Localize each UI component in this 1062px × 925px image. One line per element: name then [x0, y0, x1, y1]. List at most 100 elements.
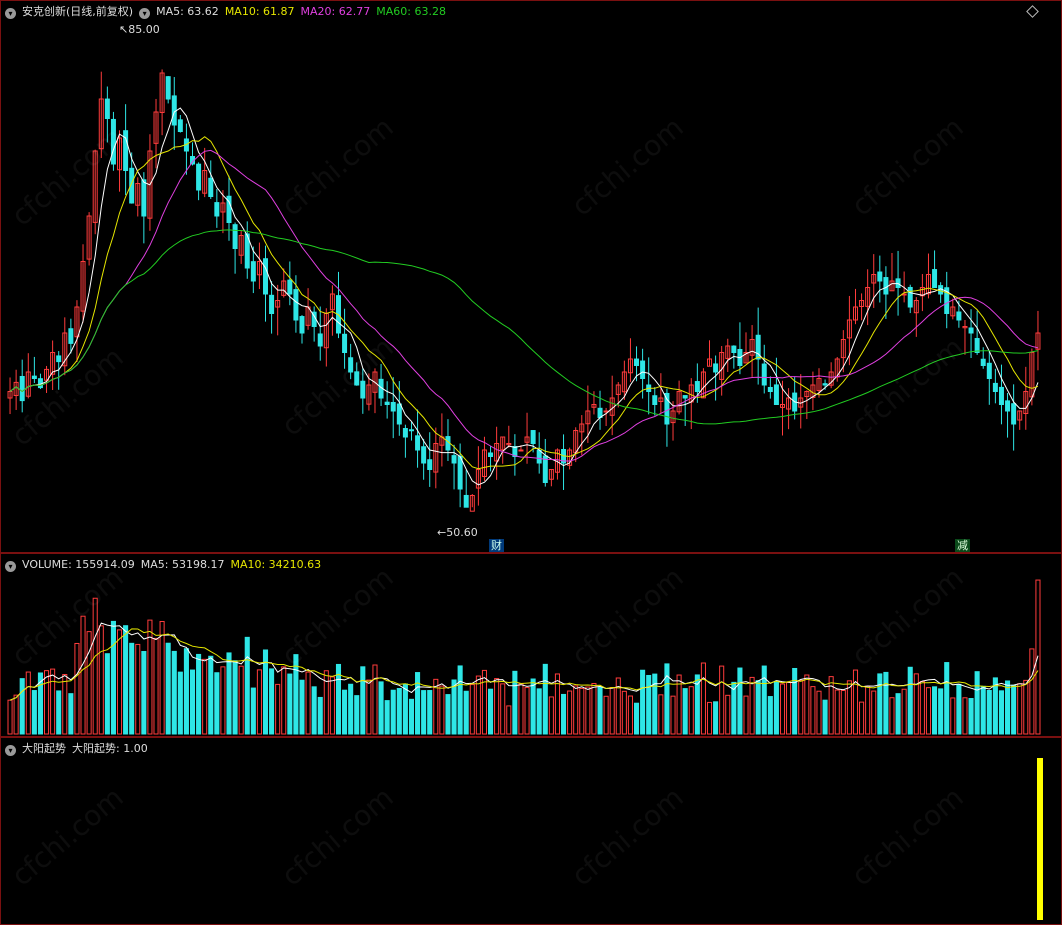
candle-body — [883, 277, 889, 295]
volume-bar — [402, 683, 408, 735]
volume-bar — [554, 673, 560, 735]
volume-bar — [342, 689, 348, 735]
candle-body — [141, 179, 147, 217]
candle-body — [427, 459, 433, 470]
candle-body — [390, 402, 396, 412]
candle-body — [317, 333, 323, 347]
volume-bar — [62, 674, 68, 735]
candle-body — [421, 446, 427, 464]
volume-bar — [938, 688, 944, 735]
volume-bar — [919, 680, 925, 735]
volume-bar — [956, 683, 962, 735]
indicator-chart — [1037, 758, 1043, 920]
volume-bar — [68, 693, 74, 735]
volume-bar — [633, 702, 640, 735]
volume-bar — [348, 683, 354, 735]
candle-body — [652, 395, 658, 405]
volume-bar — [706, 701, 713, 735]
candle-body — [731, 345, 737, 354]
ma5-line — [9, 107, 1039, 486]
volume-bar — [749, 676, 755, 735]
volume-bar — [627, 695, 633, 735]
candle-body — [907, 286, 913, 308]
volume-bar — [883, 671, 889, 735]
volume-bar — [269, 668, 275, 735]
volume-bar — [317, 696, 323, 735]
volume-bar — [700, 662, 706, 735]
volume-bar — [840, 689, 846, 735]
candle-body — [932, 269, 938, 289]
candle-body — [974, 338, 980, 353]
candle-body — [354, 371, 360, 386]
volume-chart-panel[interactable]: ▾ VOLUME: 155914.09 MA5: 53198.17 MA10: 342… — [0, 553, 1062, 737]
volume-bar — [354, 695, 360, 735]
ma20-line — [9, 149, 1039, 462]
volume-bar — [713, 701, 719, 735]
candle-body — [342, 333, 348, 354]
candle-body — [104, 98, 110, 120]
share-reduction-tag[interactable]: 减 — [955, 539, 970, 552]
volume-bar — [852, 669, 859, 735]
indicator-chart-panel[interactable]: ▾ 大阳起势 大阳起势: 1.00 — [0, 737, 1062, 925]
volume-bar — [56, 690, 62, 735]
volume-bar — [360, 666, 366, 735]
candlestick-chart — [7, 69, 1041, 512]
candle-body — [269, 294, 275, 314]
volume-bar — [488, 688, 494, 735]
candle-body — [31, 375, 37, 379]
candle-body — [986, 362, 992, 380]
volume-bar — [932, 686, 938, 735]
volume-bar — [98, 625, 104, 735]
volume-bar — [208, 655, 214, 735]
candle-body — [1005, 400, 1011, 412]
volume-bar — [214, 672, 220, 735]
candle-body — [664, 392, 670, 425]
candle-body — [165, 76, 171, 100]
volume-bar — [226, 652, 232, 735]
candle-body — [68, 328, 74, 344]
candle-body — [767, 386, 773, 392]
volume-bar — [153, 637, 159, 735]
volume-bar — [43, 670, 50, 735]
volume-bar — [110, 620, 116, 735]
financial-report-tag[interactable]: 财 — [489, 539, 504, 552]
volume-bar — [305, 671, 311, 735]
candle-body — [694, 381, 700, 393]
candle-body — [263, 258, 268, 295]
volume-bar — [275, 683, 281, 735]
candle-body — [287, 279, 293, 295]
candle-body — [396, 403, 402, 425]
volume-bar — [512, 670, 518, 735]
volume-bar — [548, 696, 554, 735]
volume-bar — [123, 625, 129, 735]
candle-body — [177, 119, 183, 132]
candle-body — [348, 357, 354, 373]
volume-bar — [755, 680, 761, 735]
volume-bar — [378, 681, 384, 735]
volume-bar — [658, 694, 664, 735]
price-chart-panel[interactable]: ▾ 安克创新(日线,前复权) ▾ MA5: 63.62 MA10: 61.87 MA20:… — [0, 0, 1062, 553]
candle-body — [402, 428, 408, 438]
volume-bar — [767, 696, 773, 735]
volume-bar — [986, 689, 992, 735]
volume-chart — [7, 579, 1041, 735]
volume-bar — [19, 678, 25, 735]
volume-bar — [232, 660, 238, 735]
volume-bar — [281, 666, 287, 735]
volume-bar — [646, 674, 652, 735]
low-price-label: 50.60 — [446, 526, 478, 539]
volume-bar — [104, 653, 110, 735]
candle-body — [542, 455, 548, 483]
volume-bar — [494, 678, 500, 735]
volume-bar — [737, 667, 743, 735]
volume-bar — [287, 673, 293, 735]
volume-bar — [974, 671, 980, 735]
volume-bar — [761, 665, 767, 735]
candle-body — [196, 163, 202, 191]
volume-bar — [135, 643, 141, 735]
ma10-line — [9, 136, 1039, 470]
volume-bar — [859, 701, 865, 735]
candle-body — [822, 383, 828, 386]
volume-bar — [962, 697, 968, 735]
candle-body — [56, 355, 62, 363]
